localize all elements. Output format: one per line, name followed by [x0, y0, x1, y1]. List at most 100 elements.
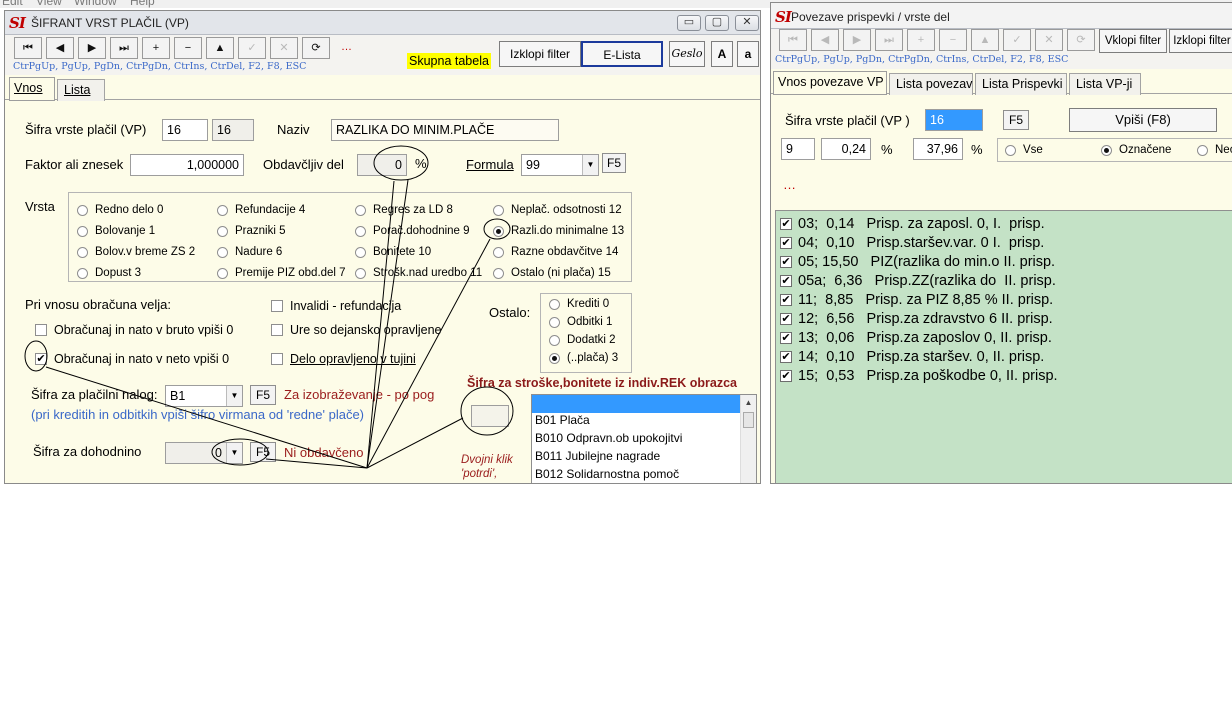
font-small-button[interactable]: a: [737, 41, 759, 67]
prispevki-list[interactable]: ✔ 03; 0,14 Prisp. za zaposl. 0, I. prisp.…: [775, 210, 1232, 483]
post-record-icon[interactable]: ✓: [238, 37, 266, 59]
vrsta-radio[interactable]: Porač.dohodnine 9: [355, 225, 470, 237]
list-item[interactable]: B010 Odpravn.ob upokojitvi: [532, 431, 756, 449]
value-field-3[interactable]: 37,96: [913, 138, 963, 160]
izklopi-filter-button[interactable]: Izklopi filter: [499, 41, 581, 67]
insert-record-icon[interactable]: +: [907, 29, 935, 51]
formula-select[interactable]: 99 ▼: [521, 154, 599, 176]
next-record-icon[interactable]: ▶: [78, 37, 106, 59]
radio-dot[interactable]: [355, 225, 366, 237]
ostalo-radio-krediti[interactable]: Krediti 0: [549, 298, 609, 310]
list-item[interactable]: ✔ 14; 0,10 Prisp.za staršev. 0, II. prisp…: [780, 347, 1044, 366]
placilni-f5-button[interactable]: F5: [250, 385, 276, 405]
stroski-code-field[interactable]: [471, 405, 509, 427]
delete-record-icon[interactable]: −: [174, 37, 202, 59]
vrsta-radio[interactable]: Bolovanje 1: [77, 225, 155, 237]
radio-dot[interactable]: [493, 267, 504, 279]
tab-lista[interactable]: Lista: [57, 79, 105, 101]
font-large-button[interactable]: A: [711, 41, 733, 67]
checkmark-icon[interactable]: ✔: [780, 331, 792, 344]
vklopi-filter-button[interactable]: Vklopi filter: [1099, 29, 1167, 53]
insert-record-icon[interactable]: +: [142, 37, 170, 59]
delo-tujini-checkbox[interactable]: Delo opravljeno v tujini: [271, 352, 416, 366]
list-item[interactable]: ✔ 13; 0,06 Prisp.za zaposlov 0, II. prisp…: [780, 328, 1052, 347]
formula-f5-button[interactable]: F5: [602, 153, 626, 173]
list-item[interactable]: B012 Solidarnostna pomoč: [532, 467, 756, 483]
right-sifra-field[interactable]: 16: [925, 109, 983, 131]
ostalo-radio-odbitki[interactable]: Odbitki 1: [549, 316, 612, 328]
radio-dot[interactable]: [77, 267, 88, 279]
ure-checkbox[interactable]: Ure so dejansko opravljene: [271, 323, 441, 337]
radio-dot[interactable]: [355, 246, 366, 258]
close-button[interactable]: ✕: [735, 15, 759, 31]
ostalo-radio-dodatki[interactable]: Dodatki 2: [549, 334, 616, 346]
list-item[interactable]: ✔ 03; 0,14 Prisp. za zaposl. 0, I. prisp.: [780, 214, 1045, 233]
radio-dot[interactable]: [217, 267, 228, 279]
menu-window[interactable]: Window: [74, 0, 117, 8]
faktor-field[interactable]: 1,000000: [130, 154, 244, 176]
izklopi-filter-button[interactable]: Izklopi filter: [1169, 29, 1232, 53]
checkmark-icon[interactable]: ✔: [780, 236, 792, 249]
cancel-record-icon[interactable]: ✕: [1035, 29, 1063, 51]
radio-dot[interactable]: [549, 298, 560, 310]
radio-dot[interactable]: [355, 204, 366, 216]
scroll-thumb[interactable]: [743, 412, 754, 428]
obracunaj-bruto-checkbox[interactable]: Obračunaj in nato v bruto vpiši 0: [35, 323, 233, 337]
radio-dot[interactable]: [217, 246, 228, 258]
vrsta-radio[interactable]: Dopust 3: [77, 267, 141, 279]
radio-oznacene[interactable]: Označene: [1101, 144, 1171, 156]
list-item[interactable]: ✔ 04; 0,10 Prisp.staršev.var. 0 I. prisp.: [780, 233, 1044, 252]
checkmark-icon[interactable]: ✔: [780, 312, 792, 325]
checkmark-icon[interactable]: ✔: [780, 293, 792, 306]
tab-lista-vp[interactable]: Lista VP-ji: [1069, 73, 1141, 95]
vrsta-radio[interactable]: Refundacije 4: [217, 204, 305, 216]
radio-dot[interactable]: [217, 204, 228, 216]
radio-dot[interactable]: [217, 225, 228, 237]
list-item[interactable]: ✔ 12; 6,56 Prisp.za zdravstvo 6 II. prisp…: [780, 309, 1053, 328]
stroski-listbox[interactable]: B01 Plača B010 Odpravn.ob upokojitvi B01…: [531, 394, 757, 483]
radio-dot[interactable]: [549, 334, 560, 346]
prev-record-icon[interactable]: ◀: [811, 29, 839, 51]
vrsta-radio[interactable]: Bolov.v breme ZS 2: [77, 246, 195, 258]
list-item[interactable]: ✔ 05; 15,50 PIZ(razlika do min.o II. pris…: [780, 252, 1055, 271]
dohodnina-f5-button[interactable]: F5: [250, 442, 276, 462]
radio-neoznacene[interactable]: Neo: [1197, 144, 1232, 156]
vrsta-radio[interactable]: Razne obdavčitve 14: [493, 246, 618, 258]
last-record-icon[interactable]: ⏭: [875, 29, 903, 51]
vrsta-radio[interactable]: Regres za LD 8: [355, 204, 453, 216]
checkmark-icon[interactable]: ✔: [780, 350, 792, 363]
checkmark-icon[interactable]: ✔: [780, 217, 792, 230]
refresh-icon[interactable]: ⟳: [302, 37, 330, 59]
chevron-down-icon[interactable]: ▼: [582, 155, 598, 175]
first-record-icon[interactable]: ⏮: [779, 29, 807, 51]
checkmark-icon[interactable]: ✔: [780, 255, 792, 268]
list-item[interactable]: B011 Jubilejne nagrade: [532, 449, 756, 467]
sifra-vp-field[interactable]: 16: [162, 119, 208, 141]
radio-dot[interactable]: [77, 246, 88, 258]
tab-lista-prispevki[interactable]: Lista Prispevki: [975, 73, 1067, 95]
menu-view[interactable]: View: [36, 0, 62, 8]
placilni-nalog-select[interactable]: B1 ▼: [165, 385, 243, 407]
right-f5-button[interactable]: F5: [1003, 110, 1029, 130]
vrsta-radio[interactable]: Ostalo (ni plača) 15: [493, 267, 611, 279]
last-record-icon[interactable]: ⏭: [110, 37, 138, 59]
vpisi-button[interactable]: Vpiši (F8): [1069, 108, 1217, 132]
chevron-down-icon[interactable]: ▼: [226, 443, 242, 463]
vrsta-radio[interactable]: Nadure 6: [217, 246, 282, 258]
checkbox-box[interactable]: [271, 353, 283, 365]
vrsta-radio[interactable]: Premije PIZ obd.del 7: [217, 267, 346, 279]
value-field-2[interactable]: 0,24: [821, 138, 871, 160]
vrsta-radio[interactable]: Bonitete 10: [355, 246, 431, 258]
dohodnina-select[interactable]: 0 ▼: [165, 442, 243, 464]
refresh-icon[interactable]: ⟳: [1067, 29, 1095, 51]
radio-dot[interactable]: [549, 316, 560, 328]
vrsta-radio[interactable]: Redno delo 0: [77, 204, 163, 216]
radio-dot[interactable]: [493, 204, 504, 216]
checkbox-box[interactable]: [271, 300, 283, 312]
obdavcljiv-field[interactable]: 0: [357, 154, 407, 176]
checkbox-box[interactable]: [271, 324, 283, 336]
tab-lista-povezav[interactable]: Lista povezav: [889, 73, 973, 95]
list-scrollbar[interactable]: ▲: [740, 395, 756, 483]
obracunaj-neto-checkbox[interactable]: ✔ Obračunaj in nato v neto vpiši 0: [35, 352, 229, 366]
radio-dot[interactable]: [1005, 144, 1016, 156]
